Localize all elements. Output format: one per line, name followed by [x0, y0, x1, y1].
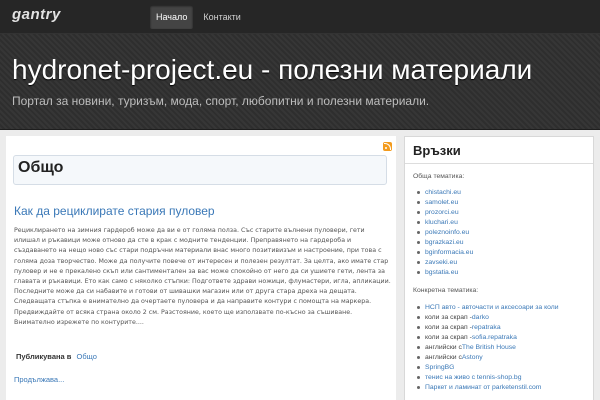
- bullet-icon: [417, 250, 420, 254]
- link-prefix: коли за скрап -: [425, 323, 472, 331]
- general-links-list: chistachi.eu samolet.eu prozorci.eu kluc…: [417, 187, 473, 277]
- list-item: английски с The British House: [417, 342, 559, 352]
- list-item: SpringBG: [417, 362, 559, 372]
- bullet-icon: [417, 325, 420, 329]
- sidebar-link[interactable]: НСП авто - авточасти и аксесоари за коли: [425, 304, 559, 311]
- sidebar-link[interactable]: The British House: [462, 344, 516, 351]
- bullet-icon: [417, 375, 420, 379]
- bullet-icon: [417, 385, 420, 389]
- bullet-icon: [417, 305, 420, 309]
- read-more-link[interactable]: Продължава...: [14, 375, 64, 384]
- bullet-icon: [417, 315, 420, 319]
- sidebar-link[interactable]: sofia.repatraka: [472, 334, 517, 341]
- site-title[interactable]: hydronet-project.eu - полезни материали: [12, 54, 532, 86]
- post-title-link[interactable]: Как да рециклирате стария пуловер: [14, 204, 215, 218]
- sidebar-link[interactable]: Astony: [462, 354, 483, 361]
- sidebar-link[interactable]: SpringBG: [425, 364, 454, 371]
- nav-item-contacts[interactable]: Контакти: [197, 5, 246, 29]
- list-item: НСП авто - авточасти и аксесоари за коли: [417, 302, 559, 312]
- link-prefix: английски с: [425, 343, 462, 351]
- link-prefix: коли за скрап -: [425, 333, 472, 341]
- sidebar-link[interactable]: samolet.eu: [425, 199, 458, 206]
- sidebar-link[interactable]: Паркет и ламинат от parketenstil.com: [425, 384, 541, 391]
- sidebar-link[interactable]: bginformacia.eu: [425, 249, 473, 256]
- sidebar-link[interactable]: poleznoinfo.eu: [425, 229, 469, 236]
- bullet-icon: [417, 365, 420, 369]
- post-excerpt: Рециклирането на зимния гардероб може да…: [14, 227, 391, 326]
- sidebar-link[interactable]: kluchari.eu: [425, 219, 458, 226]
- sidebar-link[interactable]: bgstatia.eu: [425, 269, 458, 276]
- bullet-icon: [417, 335, 420, 339]
- bullet-icon: [417, 210, 420, 214]
- rss-icon[interactable]: [383, 142, 392, 151]
- main-content: Общо Как да рециклирате стария пуловер Р…: [6, 136, 396, 400]
- bullet-icon: [417, 190, 420, 194]
- bullet-icon: [417, 355, 420, 359]
- list-item: bginformacia.eu: [417, 247, 473, 257]
- site-tagline: Портал за новини, туризъм, мода, спорт, …: [12, 94, 430, 108]
- sidebar-links: Връзки Обща тематика: chistachi.eu samol…: [404, 136, 594, 400]
- list-item: zavseki.eu: [417, 257, 473, 267]
- sidebar-link[interactable]: zavseki.eu: [425, 259, 457, 266]
- list-item: коли за скрап - darko: [417, 312, 559, 322]
- list-item: английски с Astony: [417, 352, 559, 362]
- bullet-icon: [417, 270, 420, 274]
- list-item: коли за скрап - sofia.repatraka: [417, 332, 559, 342]
- post-meta: Публикувана в Общо: [16, 352, 97, 361]
- list-item: chistachi.eu: [417, 187, 473, 197]
- sidebar-link[interactable]: bgrazkazi.eu: [425, 239, 464, 246]
- post-meta-label: Публикувана в: [16, 352, 72, 361]
- specific-links-list: НСП авто - авточасти и аксесоари за коли…: [417, 302, 559, 392]
- sidebar-link[interactable]: тенис на живо с tennis-shop.bg: [425, 374, 522, 381]
- site-header: hydronet-project.eu - полезни материали …: [0, 34, 600, 130]
- post-category-link[interactable]: Общо: [76, 352, 96, 361]
- bullet-icon: [417, 220, 420, 224]
- specific-links-label: Конкретна тематика:: [413, 287, 479, 294]
- sidebar-link[interactable]: chistachi.eu: [425, 189, 461, 196]
- list-item: samolet.eu: [417, 197, 473, 207]
- list-item: Паркет и ламинат от parketenstil.com: [417, 382, 559, 392]
- bullet-icon: [417, 200, 420, 204]
- list-item: prozorci.eu: [417, 207, 473, 217]
- list-item: bgstatia.eu: [417, 267, 473, 277]
- bullet-icon: [417, 230, 420, 234]
- bullet-icon: [417, 345, 420, 349]
- sidebar-title: Връзки: [413, 143, 461, 158]
- link-prefix: коли за скрап -: [425, 313, 472, 321]
- nav-item-home[interactable]: Начало: [150, 5, 194, 29]
- list-item: bgrazkazi.eu: [417, 237, 473, 247]
- link-prefix: английски с: [425, 353, 462, 361]
- gantry-logo[interactable]: gantry: [12, 6, 61, 23]
- list-item: тенис на живо с tennis-shop.bg: [417, 372, 559, 382]
- sidebar-link[interactable]: repatraka: [472, 324, 501, 331]
- category-title: Общо: [18, 159, 64, 176]
- main-nav: Начало Контакти: [150, 5, 247, 29]
- sidebar-divider: [405, 163, 593, 164]
- list-item: poleznoinfo.eu: [417, 227, 473, 237]
- list-item: kluchari.eu: [417, 217, 473, 227]
- general-links-label: Обща тематика:: [413, 173, 465, 180]
- sidebar-link[interactable]: darko: [472, 314, 489, 321]
- category-header: Общо: [13, 155, 387, 185]
- bullet-icon: [417, 260, 420, 264]
- bullet-icon: [417, 240, 420, 244]
- list-item: коли за скрап - repatraka: [417, 322, 559, 332]
- top-bar: gantry Начало Контакти: [0, 0, 600, 34]
- sidebar-link[interactable]: prozorci.eu: [425, 209, 459, 216]
